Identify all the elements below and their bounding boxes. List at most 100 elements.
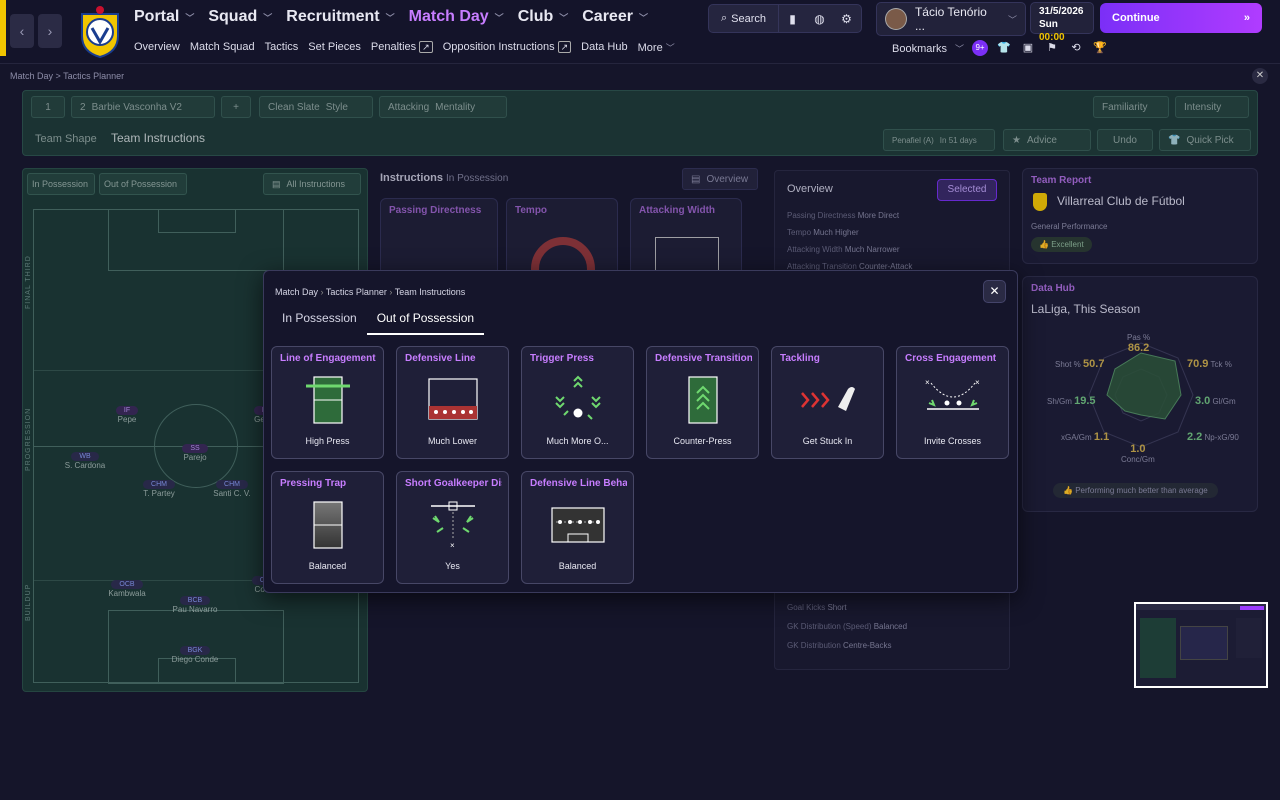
- subnav-opposition-instructions[interactable]: Opposition Instructions ↗: [443, 41, 572, 54]
- player-marker[interactable]: CHM Santi C. V.: [209, 479, 255, 498]
- crumb-team-instructions[interactable]: Team Instructions: [395, 287, 466, 297]
- bookmark-icon[interactable]: ▮: [779, 5, 806, 32]
- subnav-match-squad[interactable]: Match Squad: [190, 41, 255, 54]
- training-icon[interactable]: ⚑: [1044, 40, 1060, 56]
- notifications-badge[interactable]: 9+: [972, 40, 988, 56]
- top-bar: ‹ › Portal ﹀ Squad ﹀ Recruitment ﹀ Match Da…: [0, 0, 1280, 64]
- style-select[interactable]: Clean Slate Style: [259, 96, 373, 118]
- thumbs-up-icon: 👍: [1063, 486, 1073, 495]
- crumb-match-day[interactable]: Match Day: [10, 71, 53, 81]
- player-marker[interactable]: WB S. Cardona: [61, 451, 109, 470]
- quick-pick-button[interactable]: 👕 Quick Pick: [1159, 129, 1251, 151]
- instruction-card-short-goalkeeper-distribution[interactable]: Short Goalkeeper Distr × Yes: [396, 471, 509, 584]
- nav-portal[interactable]: Portal ﹀: [134, 8, 194, 26]
- instruction-card-pressing-trap[interactable]: Pressing Trap Balanced: [271, 471, 384, 584]
- tactic-select[interactable]: 2 Barbie Vasconha V2: [71, 96, 215, 118]
- subnav-tactics[interactable]: Tactics: [265, 41, 299, 54]
- undo-button[interactable]: Undo: [1097, 129, 1153, 151]
- search-button[interactable]: ⌕ Search: [709, 5, 779, 32]
- tactics-bar: 1 2 Barbie Vasconha V2 + Clean Slate Style…: [22, 90, 1258, 156]
- card-title: Trigger Press: [530, 353, 594, 364]
- continue-button[interactable]: Continue »: [1100, 3, 1262, 33]
- modal-breadcrumb: Match Day › Tactics Planner › Team Instr…: [275, 287, 466, 297]
- date-text: 31/5/2026: [1039, 6, 1084, 17]
- style-label: Style: [325, 101, 348, 113]
- all-instructions-button[interactable]: ▤ All Instructions: [263, 173, 361, 195]
- bookmarks-label: Bookmarks: [892, 42, 948, 55]
- overview-dropdown[interactable]: ▤ Overview: [682, 168, 758, 190]
- subnav-data-hub[interactable]: Data Hub: [581, 41, 627, 54]
- game-date[interactable]: 31/5/2026 Sun 00:00: [1030, 2, 1094, 43]
- data-hub-panel[interactable]: Data Hub LaLiga, This Season Pas % 86.2 7…: [1022, 276, 1258, 512]
- instruction-card-line-of-engagement[interactable]: Line of Engagement High Press: [271, 346, 384, 459]
- instruction-card-defensive-line-behaviour[interactable]: Defensive Line Behavic Balanced: [521, 471, 634, 584]
- club-crest-logo[interactable]: [78, 4, 122, 58]
- performance-value: Excellent: [1051, 240, 1084, 249]
- instruction-card-defensive-transition[interactable]: Defensive Transition Counter-Press: [646, 346, 759, 459]
- next-opponent: Penafiel (A): [892, 135, 934, 145]
- player-marker[interactable]: BCB Pau Navarro: [169, 595, 221, 614]
- player-marker[interactable]: CHM T. Partey: [137, 479, 181, 498]
- manager-profile[interactable]: Tácio Tenório ... ﹀: [876, 2, 1026, 36]
- instructions-title-text: Instructions: [380, 172, 443, 184]
- refresh-icon[interactable]: ⟲: [1068, 40, 1084, 56]
- player-marker[interactable]: OCB Kambwala: [103, 579, 151, 598]
- player-marker[interactable]: BGK Diego Conde: [169, 645, 221, 664]
- overview-key: GK Distribution: [787, 641, 841, 650]
- tab-team-instructions[interactable]: Team Instructions: [111, 131, 205, 145]
- add-tactic-button[interactable]: +: [221, 96, 251, 118]
- overview-value: Short: [827, 603, 847, 612]
- overview-key: Tempo: [787, 228, 812, 237]
- quick-pick-label: Quick Pick: [1186, 134, 1234, 146]
- nav-squad[interactable]: Squad ﹀: [208, 8, 272, 26]
- tactic-slot[interactable]: 1: [31, 96, 65, 118]
- subnav-penalties[interactable]: Penalties ↗: [371, 41, 433, 54]
- instruction-card-cross-engagement[interactable]: Cross Engagement × × Invite Crosses: [896, 346, 1009, 459]
- mentality-select[interactable]: Attacking Mentality: [379, 96, 507, 118]
- card-title: Tackling: [780, 353, 820, 364]
- globe-icon[interactable]: ◍: [806, 5, 833, 32]
- advice-button[interactable]: ★ Advice: [1003, 129, 1091, 151]
- mentality-value: Attacking: [388, 101, 430, 113]
- crumb-tactics-planner[interactable]: Tactics Planner: [63, 71, 124, 81]
- nav-club[interactable]: Club ﹀: [518, 8, 569, 26]
- instruction-card-trigger-press[interactable]: Trigger Press Much More O...: [521, 346, 634, 459]
- instruction-card-defensive-line[interactable]: Defensive Line Much Lower: [396, 346, 509, 459]
- gear-icon[interactable]: ⚙: [833, 5, 860, 32]
- crumb-tactics-planner[interactable]: Tactics Planner: [326, 287, 387, 297]
- team-instructions-modal: Match Day › Tactics Planner › Team Instr…: [263, 270, 1018, 593]
- tactics-board-icon[interactable]: ▣: [1020, 40, 1036, 56]
- stat-pas: Pas % 86.2: [1127, 333, 1150, 354]
- trophy-icon[interactable]: 🏆: [1092, 40, 1108, 56]
- close-icon[interactable]: ✕: [983, 280, 1006, 303]
- tab-in-possession[interactable]: In Possession: [272, 311, 367, 335]
- team-report-panel[interactable]: Team Report Villarreal Club de Fútbol Ge…: [1022, 168, 1258, 264]
- card-title: Short Goalkeeper Distr: [405, 478, 502, 489]
- subnav-set-pieces[interactable]: Set Pieces: [308, 41, 361, 54]
- shirt-icon[interactable]: 👕: [996, 40, 1012, 56]
- player-name: Santi C. V.: [213, 489, 251, 498]
- card-value: Yes: [445, 561, 460, 571]
- selected-toggle[interactable]: Selected: [937, 179, 997, 201]
- close-icon[interactable]: ✕: [1252, 68, 1268, 84]
- nav-career[interactable]: Career ﹀: [582, 8, 648, 26]
- tactic-name: Barbie Vasconha V2: [91, 101, 182, 113]
- tab-team-shape[interactable]: Team Shape: [35, 133, 97, 145]
- bookmarks-dropdown[interactable]: Bookmarks ﹀: [892, 42, 964, 55]
- instruction-card-title: Tempo: [515, 205, 548, 216]
- subnav-overview[interactable]: Overview: [134, 41, 180, 54]
- nav-recruitment[interactable]: Recruitment ﹀: [286, 8, 394, 26]
- forward-button[interactable]: ›: [38, 14, 62, 48]
- back-button[interactable]: ‹: [10, 14, 34, 48]
- minimap[interactable]: [1134, 602, 1268, 688]
- overview-row: Goal Kicks Short: [787, 603, 907, 612]
- nav-match-day[interactable]: Match Day ﹀: [409, 8, 504, 26]
- instruction-card-tackling[interactable]: Tackling Get Stuck In: [771, 346, 884, 459]
- player-marker[interactable]: SS Parejo: [175, 443, 215, 462]
- crumb-match-day[interactable]: Match Day: [275, 287, 318, 297]
- subnav-more[interactable]: More ﹀: [638, 41, 675, 54]
- player-marker[interactable]: IF Pepe: [109, 405, 145, 424]
- tab-out-of-possession[interactable]: Out of Possession: [366, 311, 485, 335]
- tab-in-possession[interactable]: In Possession: [27, 173, 95, 195]
- tab-out-of-possession[interactable]: Out of Possession: [99, 173, 187, 195]
